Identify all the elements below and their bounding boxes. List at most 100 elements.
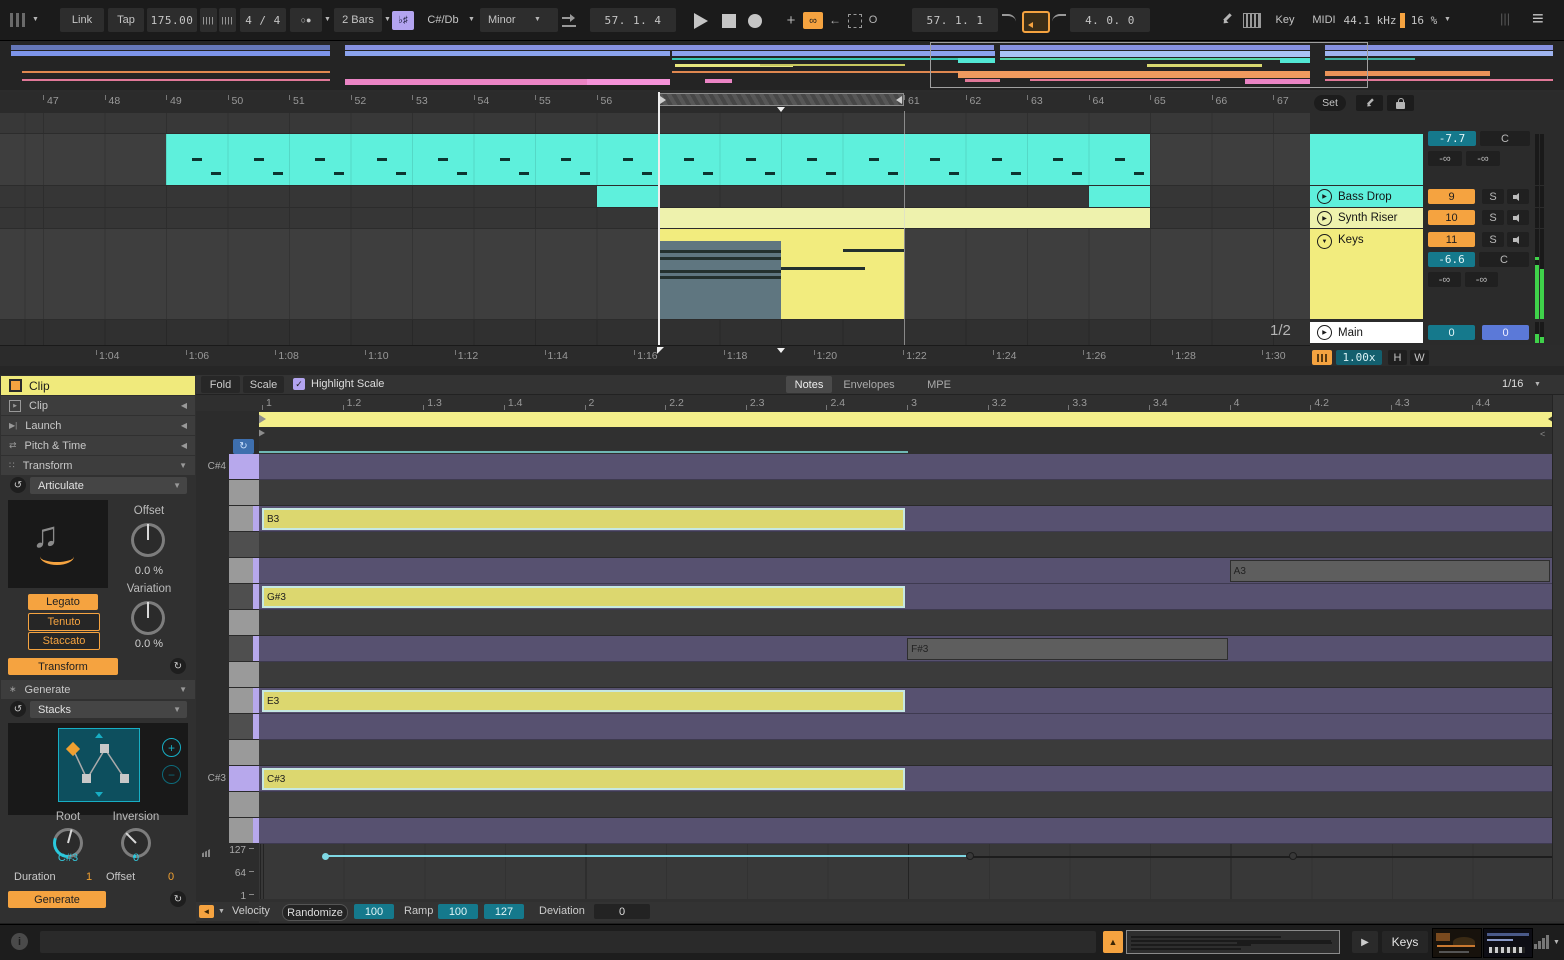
time-ruler[interactable]: 1:041:061:081:101:121:141:161:181:201:22… [0,345,1310,366]
link-button[interactable]: Link [60,8,104,32]
midi-map-button[interactable]: MIDI [1306,8,1342,32]
tab-envelopes[interactable]: Envelopes [836,376,902,393]
scroll-up-button[interactable]: ▲ [1103,931,1123,953]
fold-button[interactable]: Fold [201,376,240,393]
stack-remove-button[interactable]: − [162,765,181,784]
clip-end-marker[interactable]: < [1540,429,1545,439]
play-button[interactable] [694,13,708,29]
track-send-a-unnamed[interactable]: -∞ [1428,151,1462,166]
track-send-b-unnamed[interactable]: -∞ [1466,151,1500,166]
back-to-arrangement-button[interactable]: ← [828,12,842,28]
duration-value[interactable]: 1 [86,871,92,883]
height-zoom-button[interactable]: H [1388,350,1407,365]
stop-button[interactable] [722,14,736,28]
offset-value[interactable]: 0.0 % [110,565,188,577]
lane-chooser-caret[interactable]: ▼ [218,908,225,915]
nudge-down-button[interactable]: |||| [200,8,217,32]
arrangement-clip[interactable] [1089,186,1151,207]
track-volume-unnamed[interactable]: -7.7 [1428,131,1476,146]
draw-selection-icon[interactable] [848,14,862,28]
transform-apply-button[interactable]: Transform [8,658,118,675]
loop-start-field[interactable]: 57. 1. 1 [912,8,998,32]
device-thumbnail-1[interactable] [1432,928,1482,958]
section-generate[interactable]: ∗ Generate ▼ [1,680,195,699]
track-volume-main[interactable]: 0 [1428,325,1475,340]
session-record-link-button[interactable]: ∞ [803,12,823,29]
midi-note-G#3[interactable]: G#3 [262,586,905,608]
overview-selection-frame[interactable] [930,42,1368,88]
track-fold-icon[interactable]: ▶ [1317,325,1332,340]
lane-chooser-icon[interactable]: ◄ [199,905,214,918]
midi-note-E3[interactable]: E3 [262,690,905,712]
tenuto-button[interactable]: Tenuto [28,613,100,631]
clip-loop-toggle[interactable]: ↻ [233,439,254,454]
quantize-menu[interactable]: 2 Bars [334,8,382,32]
track-header-main[interactable]: ▶ Main [1310,322,1423,343]
collapse-icon[interactable]: ◀ [181,421,187,430]
velocity-ramp-line[interactable] [325,855,970,857]
tempo-field[interactable]: 175.00 [147,8,197,32]
info-icon[interactable]: i [11,933,28,950]
cpu-caret[interactable]: ▼ [1444,16,1451,23]
generate-offset-value[interactable]: 0 [168,871,174,883]
ramp-to-value[interactable]: 127 [484,904,524,919]
track-send-a-keys[interactable]: -∞ [1428,272,1461,287]
nudge-up-button[interactable]: |||| [219,8,236,32]
automation-arm-button[interactable]: + [784,12,798,28]
track-fold-icon[interactable]: ▶ [1317,211,1332,226]
randomize-value[interactable]: 100 [354,904,394,919]
collapse-icon[interactable]: ◀ [181,441,187,450]
speaker-button-bass-drop[interactable] [1507,189,1529,204]
record-button[interactable] [748,14,762,28]
device-play-button[interactable]: ▶ [1352,931,1378,953]
insert-marker-bottom[interactable] [777,348,785,353]
legato-button[interactable]: Legato [28,594,98,610]
scale-fold-button[interactable]: Scale [243,376,284,393]
track-fold-icon[interactable]: ▶ [1317,189,1332,204]
midi-note-A3[interactable]: A3 [1230,560,1551,582]
midi-note-C#3[interactable]: C#3 [262,768,905,790]
menu-icon[interactable]: ≡ [1532,8,1544,31]
overdub-button[interactable]: O [866,12,880,28]
transform-tool-menu[interactable]: Articulate ▼ [30,477,187,494]
tap-tempo-button[interactable]: Tap [108,8,144,32]
level-meter-icon[interactable] [1534,935,1550,949]
generate-tool-menu[interactable]: Stacks ▼ [30,701,187,718]
expand-icon[interactable]: ▼ [179,461,187,470]
velocity-ramp-line-right[interactable] [970,856,1552,858]
loop-length-field[interactable]: 4. 0. 0 [1070,8,1150,32]
velocity-lane[interactable]: 127641 [196,844,1564,899]
track-number-synth-riser[interactable]: 10 [1428,210,1475,225]
device-overview-box[interactable] [1126,930,1340,954]
arrangement-position-field[interactable]: 57. 1. 4 [590,8,676,32]
key-root-menu[interactable]: C#/Db [418,8,468,32]
midi-note-F#3[interactable]: F#3 [907,638,1228,660]
highlight-scale-checkbox[interactable]: ✓ [293,378,305,390]
variation-knob[interactable] [131,601,165,635]
grid-caret[interactable]: ▼ [1534,381,1541,388]
solo-button-synth-riser[interactable]: S [1482,210,1504,225]
solo-button-keys[interactable]: S [1482,232,1504,247]
randomize-button[interactable]: Randomize [282,904,348,921]
tab-notes[interactable]: Notes [786,376,832,393]
stacks-pad[interactable] [58,728,140,802]
loop-start-flag[interactable] [657,347,664,354]
zoom-value[interactable]: 1.00x [1336,350,1382,365]
device-title[interactable]: Keys [1382,931,1428,953]
section-transform[interactable]: ∷ Transform ▼ [1,456,195,475]
set-locator-button[interactable]: Set [1314,95,1346,111]
insert-marker[interactable] [777,107,785,112]
key-map-button[interactable]: Key [1266,8,1304,32]
cpu-load-value[interactable]: 16 % [1406,8,1442,32]
velocity-node[interactable] [1289,852,1297,860]
follow-icon[interactable] [562,15,576,27]
track-pan-unnamed[interactable]: C [1480,131,1530,146]
computer-midi-keyboard-icon[interactable] [1243,13,1261,28]
time-signature-field[interactable]: 4 / 4 [240,8,286,32]
expand-icon[interactable]: ▼ [179,685,187,694]
arrangement-overview[interactable] [0,41,1564,91]
collapse-icon[interactable]: ◀ [181,401,187,410]
track-header-bass-drop[interactable]: ▶ Bass Drop [1310,186,1423,207]
midi-note-B3[interactable]: B3 [262,508,905,530]
layout-selector-icon[interactable] [10,13,26,27]
